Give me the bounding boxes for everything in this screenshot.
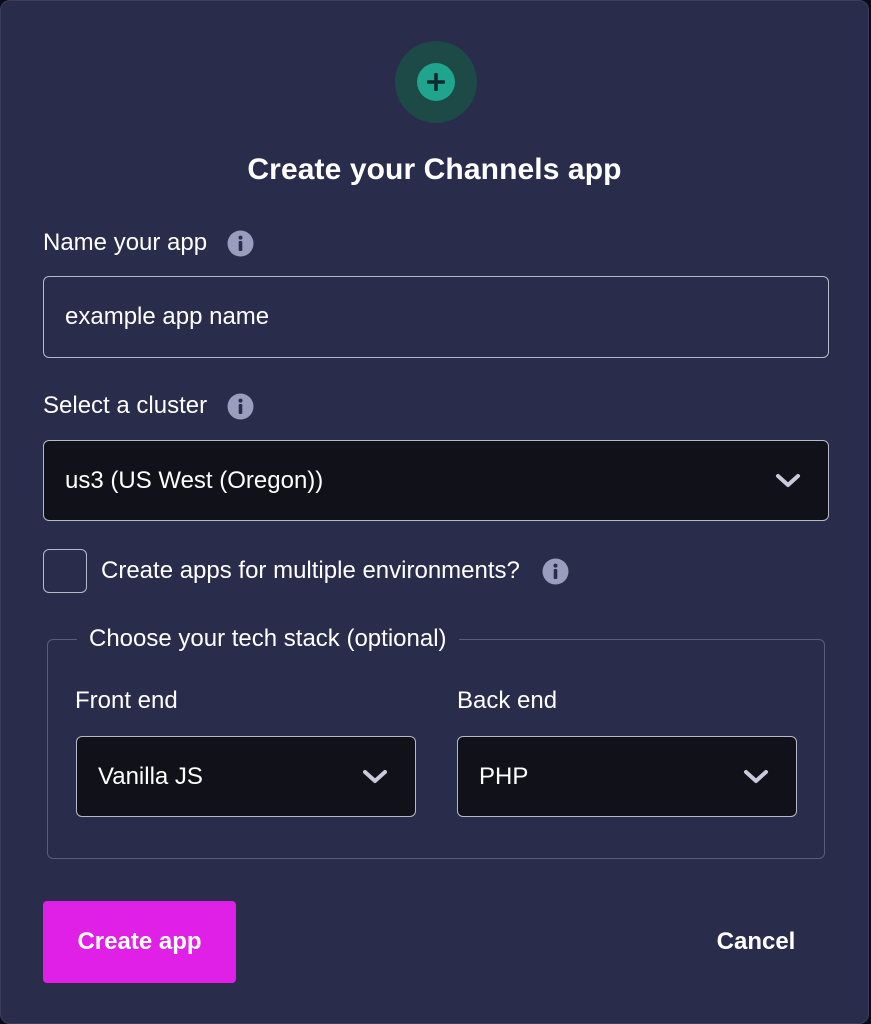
cancel-button[interactable]: Cancel: [691, 901, 821, 983]
plus-circle-icon: [417, 63, 455, 101]
chevron-down-icon: [362, 769, 388, 785]
multi-env-checkbox[interactable]: [43, 549, 87, 593]
chevron-down-icon: [775, 473, 801, 489]
info-icon[interactable]: [542, 558, 569, 585]
multi-env-label-row: Create apps for multiple environments?: [101, 555, 569, 587]
app-name-input[interactable]: [43, 276, 829, 358]
back-end-select[interactable]: PHP: [457, 736, 797, 817]
multi-env-label: Create apps for multiple environments?: [101, 557, 520, 584]
name-field-label: Name your app: [43, 229, 208, 256]
cluster-field-label-row: Select a cluster: [43, 390, 254, 422]
cluster-select-value: us3 (US West (Oregon)): [65, 466, 324, 494]
cluster-select[interactable]: us3 (US West (Oregon)): [43, 440, 829, 521]
tech-stack-legend: Choose your tech stack (optional): [89, 625, 447, 652]
back-end-select-value: PHP: [479, 762, 529, 790]
create-app-dialog: Create your Channels app Name your app S…: [0, 0, 869, 1024]
back-end-label: Back end: [457, 687, 558, 714]
name-field-label-row: Name your app: [43, 227, 254, 259]
front-end-select-value: Vanilla JS: [98, 762, 203, 790]
info-icon[interactable]: [227, 230, 254, 257]
info-icon[interactable]: [227, 393, 254, 420]
front-end-label: Front end: [75, 687, 178, 714]
front-end-select[interactable]: Vanilla JS: [76, 736, 416, 817]
header-icon-halo: [395, 41, 477, 123]
cluster-field-label: Select a cluster: [43, 392, 208, 419]
create-app-button[interactable]: Create app: [43, 901, 236, 983]
chevron-down-icon: [743, 769, 769, 785]
dialog-title: Create your Channels app: [247, 153, 622, 186]
